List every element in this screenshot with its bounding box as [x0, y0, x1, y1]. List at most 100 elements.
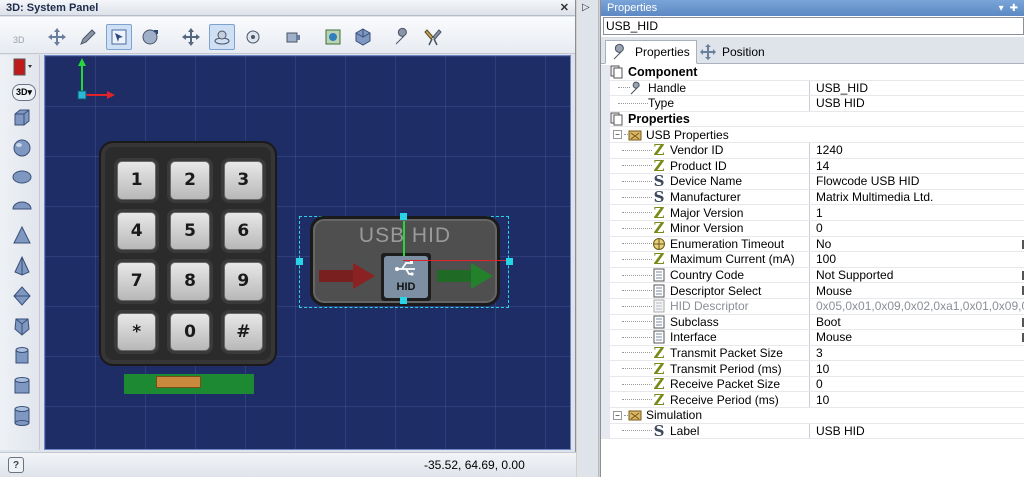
selection-handle[interactable] — [400, 213, 407, 220]
property-value[interactable]: 10 — [816, 362, 1024, 376]
property-value[interactable]: Boot — [816, 315, 1024, 329]
hemisphere-icon[interactable] — [9, 193, 35, 219]
property-row-minor-version[interactable]: Z Minor Version 0 — [601, 220, 1024, 237]
property-value[interactable]: USB HID — [816, 424, 1024, 438]
color-picker[interactable] — [8, 55, 38, 81]
property-row-subclass[interactable]: Subclass Boot — [601, 314, 1024, 331]
wrench-icon[interactable] — [390, 24, 416, 50]
property-value[interactable]: USB HID — [816, 96, 1024, 110]
selection-handle[interactable] — [506, 258, 513, 265]
cylinder-icon[interactable] — [9, 343, 35, 369]
keypad-key[interactable]: 5 — [170, 211, 210, 250]
property-value[interactable]: 1240 — [816, 143, 1024, 157]
property-value[interactable]: 0 — [816, 377, 1024, 391]
maximize-icon[interactable]: ✚ — [1010, 3, 1018, 14]
list-icon — [652, 284, 666, 298]
keypad-key[interactable]: 7 — [117, 262, 157, 301]
property-value[interactable]: 3 — [816, 346, 1024, 360]
collapse-icon[interactable]: − — [613, 130, 622, 140]
close-icon[interactable]: ✕ — [560, 1, 569, 14]
rotate-icon[interactable] — [137, 24, 163, 50]
camera-orbit-icon[interactable] — [209, 24, 235, 50]
keypad-key[interactable]: 8 — [170, 262, 210, 301]
toolbar-3d-label: 3D — [13, 35, 25, 45]
property-row-receive-period[interactable]: Z Receive Period (ms) 10 — [601, 392, 1024, 409]
3d-mode-dropdown[interactable]: 3D▾ — [9, 79, 39, 105]
property-value[interactable]: 10 — [816, 393, 1024, 407]
property-value[interactable]: USB_HID — [816, 81, 1024, 95]
sphere-icon[interactable] — [9, 135, 35, 161]
property-row-country-code[interactable]: Country Code Not Supported — [601, 267, 1024, 284]
keypad-key[interactable]: 0 — [170, 312, 210, 351]
drum-icon[interactable] — [9, 403, 35, 429]
property-row-enumeration-timeout[interactable]: Enumeration Timeout No — [601, 236, 1024, 253]
property-row-device-name[interactable]: S Device Name Flowcode USB HID — [601, 174, 1024, 190]
property-value[interactable]: Matrix Multimedia Ltd. — [816, 190, 1024, 204]
ellipsoid-icon[interactable] — [9, 163, 35, 189]
camera-reset-icon[interactable] — [240, 24, 266, 50]
keypad-key[interactable]: 1 — [117, 161, 157, 200]
section-properties[interactable]: Properties — [601, 111, 1024, 128]
move-cross-icon[interactable] — [44, 24, 70, 50]
property-row-major-version[interactable]: Z Major Version 1 — [601, 205, 1024, 221]
property-value[interactable]: Not Supported — [816, 268, 1024, 282]
property-row-handle[interactable]: Handle USB_HID — [601, 80, 1024, 97]
property-value[interactable]: 100 — [816, 252, 1024, 266]
box-icon[interactable] — [9, 105, 35, 131]
cube-icon[interactable] — [350, 24, 376, 50]
tools-icon[interactable] — [420, 24, 446, 50]
collapse-icon[interactable]: − — [613, 410, 622, 420]
keypad-key[interactable]: 2 — [170, 161, 210, 200]
property-row-transmit-packet-size[interactable]: Z Transmit Packet Size 3 — [601, 345, 1024, 362]
octahedron-icon[interactable] — [9, 283, 35, 309]
select-icon[interactable] — [106, 24, 132, 50]
snap-icon[interactable] — [280, 24, 306, 50]
property-row-maximum-current[interactable]: Z Maximum Current (mA) 100 — [601, 252, 1024, 268]
collapse-arrow-icon[interactable]: ▷ — [582, 2, 590, 13]
pencil-icon[interactable] — [75, 24, 101, 50]
tab-position[interactable]: Position — [693, 40, 771, 64]
property-row-vendor-id[interactable]: Z Vendor ID 1240 — [601, 142, 1024, 159]
property-value[interactable]: Flowcode USB HID — [816, 174, 1024, 188]
panel-splitter[interactable]: ▷ — [577, 0, 599, 477]
help-icon[interactable]: ? — [8, 457, 24, 473]
property-row-type[interactable]: Type USB HID — [601, 96, 1024, 112]
property-value[interactable]: 14 — [816, 159, 1024, 173]
keypad[interactable]: 1 2 3 4 5 6 7 8 9 * 0 # — [99, 141, 277, 366]
group-simulation[interactable]: − Simulation — [601, 408, 1024, 424]
property-value[interactable]: No — [816, 237, 1024, 251]
property-row-receive-packet-size[interactable]: Z Receive Packet Size 0 — [601, 376, 1024, 393]
keypad-key[interactable]: 3 — [223, 161, 263, 200]
pin-icon[interactable]: ▾ — [999, 3, 1004, 14]
cone-icon[interactable] — [9, 223, 35, 249]
property-row-hid-descriptor[interactable]: HID Descriptor 0x05,0x01,0x09,0x02,0xa1,… — [601, 298, 1024, 315]
usb-hid-component[interactable]: USB HID HID — [310, 216, 500, 306]
property-value[interactable]: 1 — [816, 206, 1024, 220]
property-row-interface[interactable]: Interface Mouse — [601, 330, 1024, 346]
keypad-key[interactable]: # — [223, 312, 263, 351]
section-component[interactable]: Component — [601, 65, 1024, 81]
tube-icon[interactable] — [9, 373, 35, 399]
selection-handle[interactable] — [400, 297, 407, 304]
property-row-transmit-period[interactable]: Z Transmit Period (ms) 10 — [601, 361, 1024, 377]
property-row-manufacturer[interactable]: S Manufacturer Matrix Multimedia Ltd. — [601, 189, 1024, 206]
keypad-key[interactable]: 4 — [117, 211, 157, 250]
keypad-key[interactable]: 6 — [223, 211, 263, 250]
property-row-product-id[interactable]: Z Product ID 14 — [601, 158, 1024, 175]
keypad-key[interactable]: 9 — [223, 262, 263, 301]
group-usb-properties[interactable]: − USB Properties — [601, 127, 1024, 143]
property-value[interactable]: Mouse — [816, 284, 1024, 298]
shape-icon[interactable] — [320, 24, 346, 50]
selection-handle[interactable] — [296, 258, 303, 265]
pyramid-icon[interactable] — [9, 253, 35, 279]
component-name-input[interactable] — [603, 17, 1024, 35]
property-value[interactable]: 0 — [816, 221, 1024, 235]
keypad-key[interactable]: * — [117, 312, 157, 351]
prism-icon[interactable] — [9, 313, 35, 339]
property-value[interactable]: Mouse — [816, 330, 1024, 344]
property-row-descriptor-select[interactable]: Descriptor Select Mouse — [601, 283, 1024, 299]
pan-icon[interactable] — [178, 24, 204, 50]
3d-viewport[interactable]: 1 2 3 4 5 6 7 8 9 * 0 # USB HID HID — [44, 55, 571, 450]
property-row-label[interactable]: S Label USB HID — [601, 423, 1024, 440]
tab-properties[interactable]: Properties — [605, 40, 697, 64]
